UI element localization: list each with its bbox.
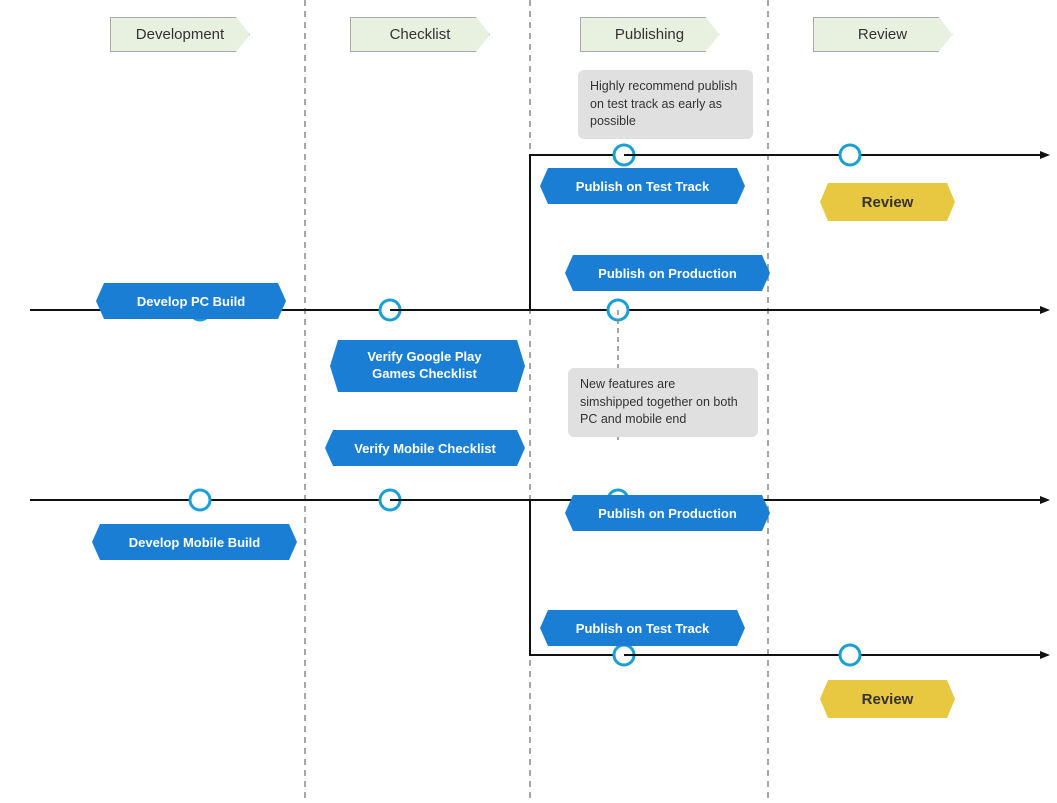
note-simshipped: New features aresimshipped together on b… (568, 368, 758, 437)
col-header-review-label: Review (813, 17, 953, 52)
col-header-development-label: Development (110, 17, 250, 52)
task-publish-test-2: Publish on Test Track (540, 610, 745, 646)
task-publish-prod-2: Publish on Production (565, 495, 770, 531)
col-header-publishing: Publishing (557, 17, 742, 52)
task-develop-pc: Develop PC Build (96, 283, 286, 319)
task-publish-prod-1: Publish on Production (565, 255, 770, 291)
note-recommend: Highly recommend publish on test track a… (578, 70, 753, 139)
task-verify-mobile: Verify Mobile Checklist (325, 430, 525, 466)
col-header-development: Development (80, 17, 280, 52)
col-header-checklist: Checklist (330, 17, 510, 52)
col-header-publishing-label: Publishing (580, 17, 720, 52)
col-header-checklist-label: Checklist (350, 17, 490, 52)
review-label-2: Review (820, 680, 955, 718)
task-verify-google: Verify Google PlayGames Checklist (330, 340, 525, 392)
col-header-review: Review (800, 17, 965, 52)
review-label-1: Review (820, 183, 955, 221)
task-publish-test-1: Publish on Test Track (540, 168, 745, 204)
task-develop-mobile: Develop Mobile Build (92, 524, 297, 560)
diagram: Development Checklist Publishing Review … (0, 0, 1057, 803)
